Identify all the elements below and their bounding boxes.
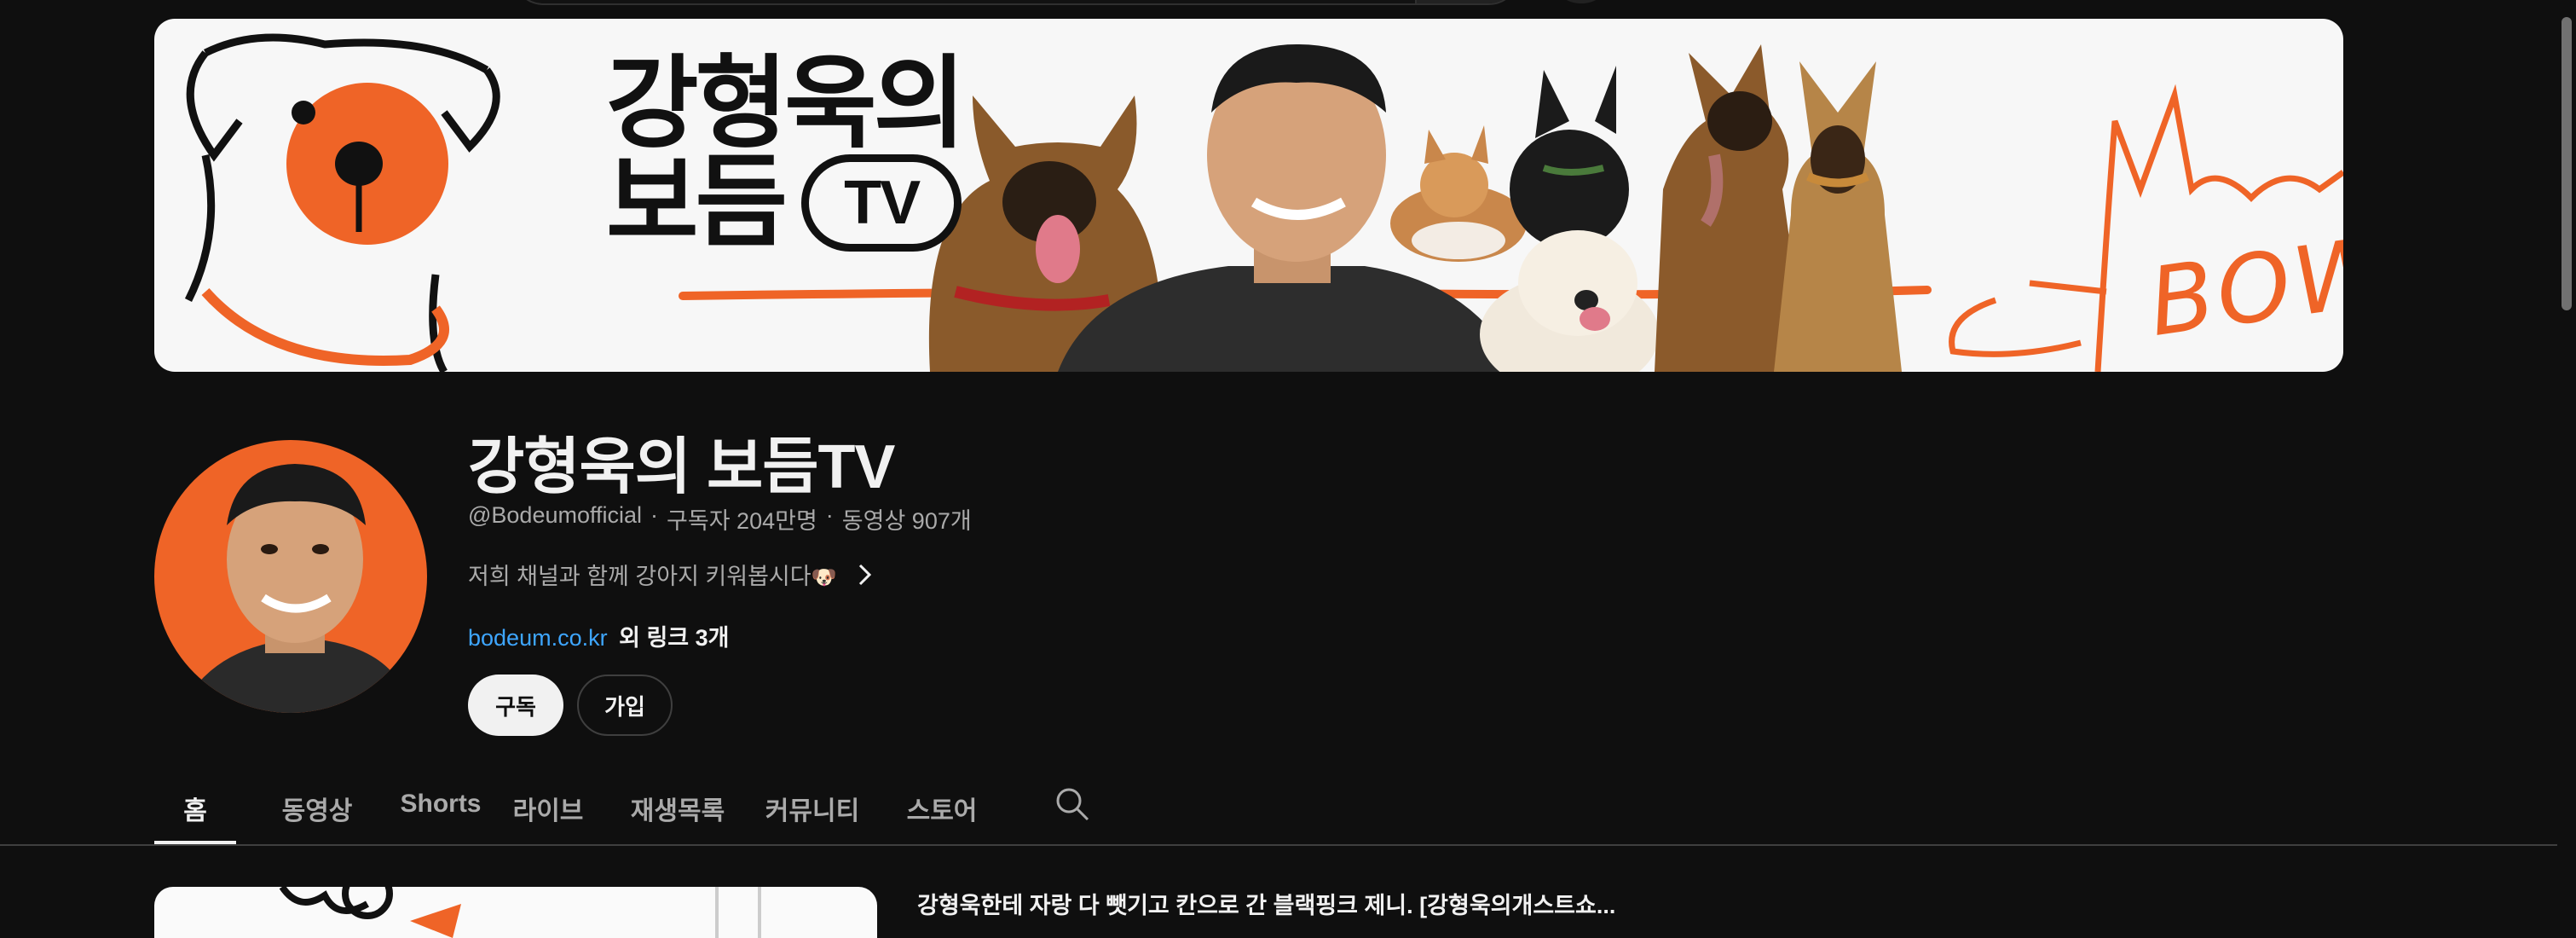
masthead-remnant [0, 0, 2576, 9]
dog-white [1480, 230, 1659, 372]
avatar-portrait [180, 464, 410, 713]
channel-links: bodeum.co.kr 외 링크 3개 [468, 619, 730, 652]
puppy-emoji: 🐶 [811, 566, 837, 589]
description-text: 저희 채널과 함께 강아지 키워봅시다 [468, 564, 811, 589]
banner-illustration [184, 33, 2343, 372]
tab-home[interactable]: 홈 [154, 781, 236, 844]
banner-title-line2: 보듬 [606, 147, 788, 259]
channel-name: 강형욱의 보듬TV [468, 433, 895, 501]
meta-separator: · [825, 502, 834, 528]
dog-malinois-right [1774, 61, 1902, 372]
chevron-right-icon[interactable] [856, 563, 875, 587]
thumbnail-graphic [279, 887, 761, 938]
voice-search-button[interactable] [1556, 0, 1607, 3]
dog-corgi [1390, 125, 1527, 262]
channel-handle: @Bodeumofficial [468, 502, 643, 528]
channel-meta: @Bodeumofficial · 구독자 204만명 · 동영상 907개 [468, 502, 972, 536]
channel-banner: 강형욱의 보듬 TV BOW [154, 19, 2343, 372]
banner-title-line1: 강형욱의 [606, 48, 966, 160]
featured-video-title[interactable]: 강형욱한테 자랑 다 뺏기고 칸으로 간 블랙핑크 제니. [강형욱의개스트쇼.… [917, 887, 1615, 920]
dog-black [1510, 66, 1629, 249]
page-scrollbar[interactable] [2557, 0, 2576, 924]
channel-description[interactable]: 저희 채널과 함께 강아지 키워봅시다🐶 [468, 558, 875, 591]
channel-search-icon[interactable] [1054, 786, 1090, 822]
featured-video-thumbnail[interactable] [154, 887, 877, 938]
meta-separator: · [650, 502, 659, 528]
tabs-divider [0, 844, 2557, 846]
tab-playlists[interactable]: 재생목록 [613, 781, 742, 844]
banner-tv-badge: TV [801, 154, 962, 252]
cartoon-dog-illustration [184, 33, 500, 372]
more-links[interactable]: 외 링크 3개 [619, 625, 729, 651]
search-box[interactable] [511, 0, 1521, 5]
tab-live[interactable]: 라이브 [483, 781, 613, 844]
scrollbar-thumb[interactable] [2562, 17, 2572, 310]
tab-community[interactable]: 커뮤니티 [742, 781, 882, 844]
video-count: 동영상 907개 [841, 508, 972, 534]
join-button[interactable]: 가입 [577, 675, 673, 736]
tab-store[interactable]: 스토어 [882, 781, 1002, 844]
tab-videos[interactable]: 동영상 [236, 781, 398, 844]
subscriber-count: 구독자 204만명 [667, 508, 817, 534]
channel-tabs: 홈 동영상 Shorts 라이브 재생목록 커뮤니티 스토어 [154, 781, 1002, 844]
channel-link[interactable]: bodeum.co.kr [468, 625, 608, 651]
subscribe-button[interactable]: 구독 [468, 675, 563, 736]
channel-avatar[interactable] [154, 440, 427, 713]
tab-shorts[interactable]: Shorts [398, 781, 483, 844]
banner-title: 강형욱의 보듬 TV [606, 48, 966, 259]
